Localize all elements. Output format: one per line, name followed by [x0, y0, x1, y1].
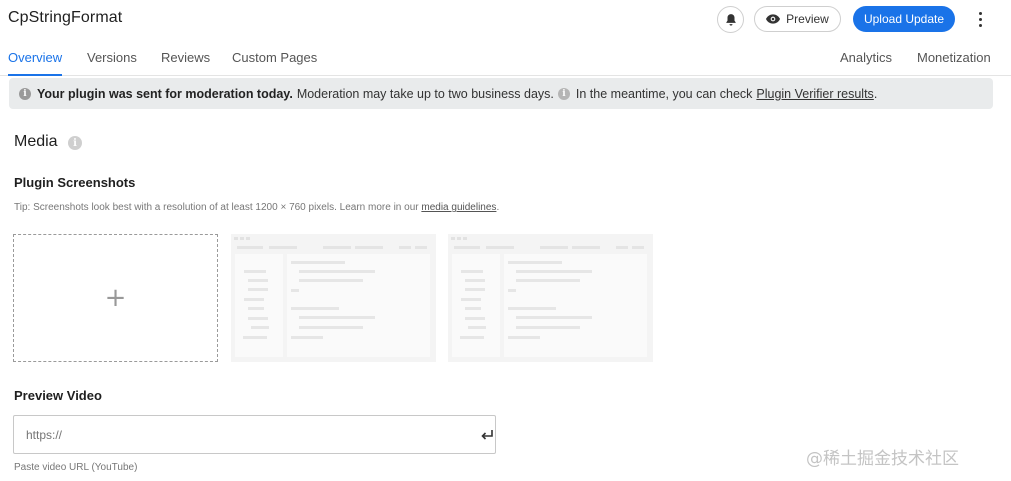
media-section-title: Media	[14, 133, 58, 150]
banner-text-2: In the meantime, you can check	[575, 86, 753, 101]
tab-bar: Overview Versions Reviews Custom Pages A…	[0, 40, 1011, 76]
more-options-button[interactable]	[970, 8, 990, 30]
screenshot-thumbnail[interactable]	[231, 234, 436, 362]
watermark: @稀土掘金技术社区	[806, 449, 959, 469]
video-url-input[interactable]	[26, 426, 446, 444]
top-bar: CpStringFormat Preview Upload Update	[0, 0, 1011, 38]
tab-reviews[interactable]: Reviews	[161, 50, 210, 65]
tab-overview[interactable]: Overview	[8, 50, 62, 65]
video-url-field[interactable]	[13, 415, 496, 454]
preview-button[interactable]: Preview	[754, 6, 841, 32]
tip-end: .	[496, 202, 500, 213]
tab-versions[interactable]: Versions	[87, 50, 137, 65]
add-screenshot-button[interactable]: +	[13, 234, 218, 362]
moderation-banner: i Your plugin was sent for moderation to…	[9, 78, 993, 109]
tab-custom-pages[interactable]: Custom Pages	[232, 50, 317, 65]
preview-video-title: Preview Video	[14, 388, 102, 403]
screenshot-thumbnail[interactable]	[448, 234, 653, 362]
media-guidelines-link[interactable]: media guidelines	[421, 202, 496, 213]
eye-icon	[766, 14, 781, 24]
banner-text: Moderation may take up to two business d…	[296, 86, 554, 101]
info-icon[interactable]: i	[68, 136, 82, 150]
more-vertical-icon	[978, 11, 982, 27]
screenshots-tip: Tip: Screenshots look best with a resolu…	[14, 202, 499, 213]
video-url-hint: Paste video URL (YouTube)	[14, 462, 138, 473]
enter-return-icon[interactable]	[478, 426, 496, 444]
bell-icon	[725, 13, 736, 26]
active-tab-indicator	[8, 74, 62, 76]
plugin-verifier-link[interactable]: Plugin Verifier results	[756, 87, 873, 101]
upload-update-button[interactable]: Upload Update	[853, 6, 955, 32]
info-icon: i	[19, 87, 31, 100]
tab-monetization[interactable]: Monetization	[917, 50, 991, 65]
banner-end: .	[873, 86, 878, 101]
info-icon[interactable]: i	[557, 87, 570, 100]
plugin-screenshots-title: Plugin Screenshots	[14, 175, 136, 190]
tip-text: Tip: Screenshots look best with a resolu…	[14, 202, 419, 213]
preview-label: Preview	[786, 12, 829, 26]
tab-analytics[interactable]: Analytics	[840, 50, 892, 65]
plus-icon: +	[104, 283, 127, 313]
notifications-button[interactable]	[717, 6, 744, 33]
plugin-title: CpStringFormat	[8, 9, 123, 26]
banner-bold-text: Your plugin was sent for moderation toda…	[37, 86, 293, 101]
